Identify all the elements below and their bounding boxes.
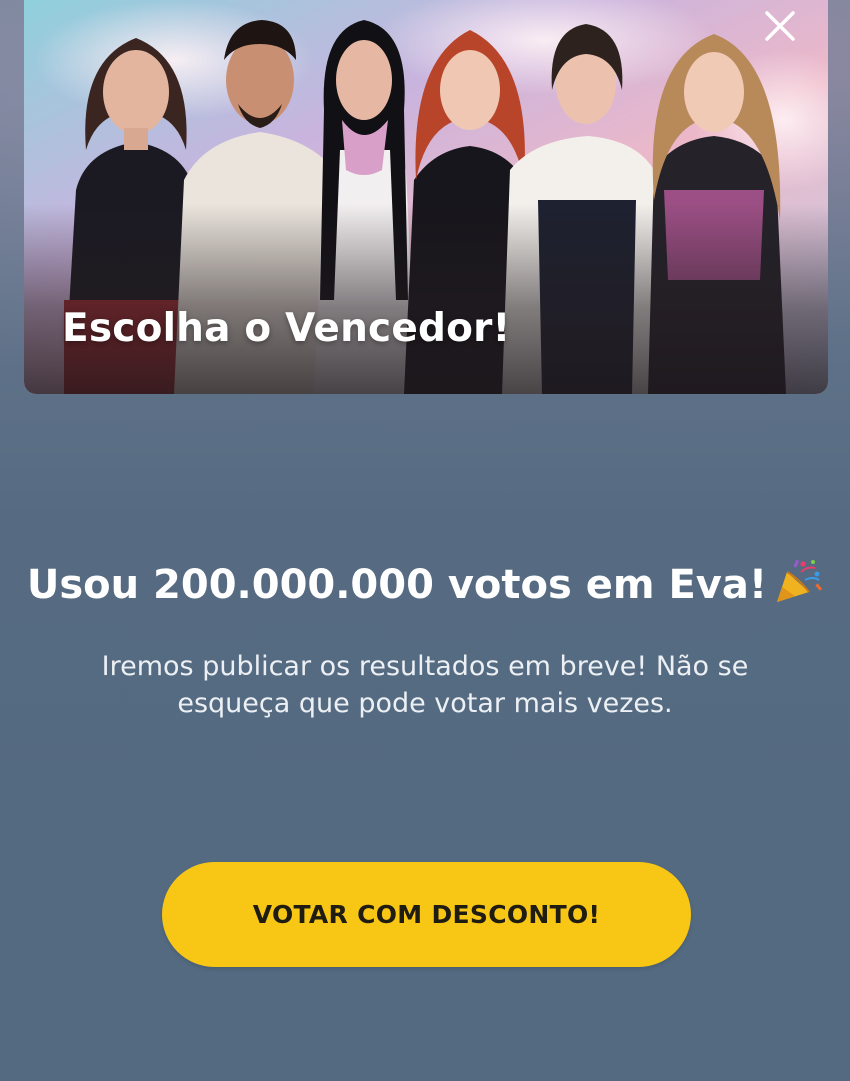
hero-title: Escolha o Vencedor! [62, 306, 511, 351]
headline-text: Usou 200.000.000 votos em Eva! [26, 562, 768, 608]
confirmation-message: Iremos publicar os resultados em breve! … [101, 651, 749, 719]
hero-shade [24, 204, 828, 394]
close-icon [765, 11, 795, 41]
party-popper-icon [777, 559, 823, 602]
vote-confirmation-headline: Usou 200.000.000 votos em Eva! [0, 558, 850, 608]
vote-confirmation-page: Escolha o Vencedor! Usou 200.000.000 vot… [0, 0, 850, 1081]
vote-discount-button[interactable]: VOTAR COM DESCONTO! [162, 862, 691, 967]
hero-banner: Escolha o Vencedor! [24, 0, 828, 394]
close-button[interactable] [758, 4, 802, 48]
